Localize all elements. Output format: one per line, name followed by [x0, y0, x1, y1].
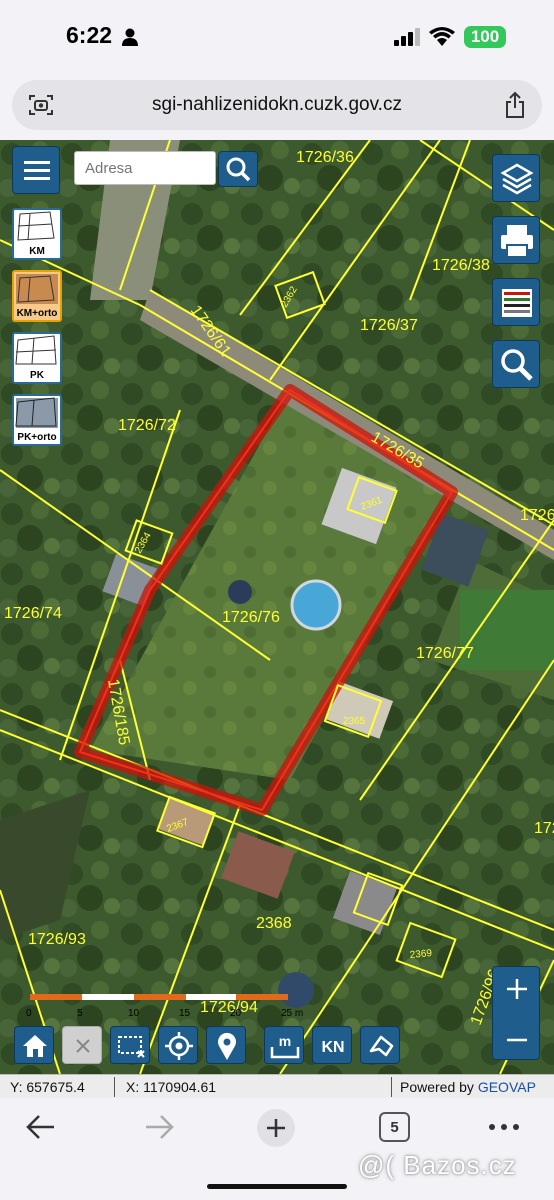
battery-indicator: 100	[464, 26, 506, 48]
zoom-in-icon[interactable]	[493, 967, 541, 1013]
zoom-out-icon[interactable]	[493, 1018, 541, 1064]
legend-icon	[502, 289, 532, 317]
parcel-label: 1726/72	[118, 417, 176, 434]
menu-button[interactable]	[12, 146, 60, 194]
parcel-label: 1726/93	[28, 931, 86, 948]
scale-label: 15	[179, 1008, 191, 1019]
home-view-button[interactable]	[14, 1026, 54, 1064]
cadastral-map-icon	[17, 211, 55, 241]
kn-icon: KN	[321, 1039, 344, 1056]
orthophoto-map[interactable]: 1726/361726/381726/61 1726/371726/721726/…	[0, 140, 554, 1074]
land-register-ortho-icon	[15, 397, 58, 428]
home-icon	[23, 1035, 47, 1057]
back-icon[interactable]	[24, 1112, 58, 1142]
new-tab-icon[interactable]	[256, 1108, 296, 1148]
magnifier-icon	[226, 157, 251, 182]
locate-button[interactable]	[158, 1026, 198, 1064]
ruler-icon: m	[270, 1033, 300, 1059]
parcel-label: 2368	[256, 915, 292, 932]
polygon-icon	[369, 1035, 394, 1057]
parcel-label: 1726/74	[4, 605, 62, 622]
person-icon	[122, 28, 138, 46]
scale-label: 0	[26, 1008, 32, 1019]
svg-text:m: m	[279, 1033, 291, 1049]
selection-icon	[118, 1036, 145, 1058]
layer-pk-button[interactable]: PK	[12, 332, 62, 384]
place-marker-button[interactable]	[206, 1026, 246, 1064]
parcel-label: 1726/76	[222, 609, 280, 626]
building-number: 2369	[409, 948, 433, 961]
layer-km-orto-label: KM+orto	[16, 308, 58, 319]
powered-by: Powered by GEOVAP	[400, 1079, 536, 1095]
map-pin-icon	[218, 1032, 236, 1060]
parcel-label: 1726/36	[296, 149, 354, 166]
more-icon[interactable]	[488, 1122, 520, 1132]
select-area-button[interactable]	[110, 1026, 150, 1064]
status-time: 6:22	[66, 22, 113, 48]
forward-icon[interactable]	[142, 1112, 176, 1142]
building-number: 2365	[343, 716, 366, 727]
wifi-icon	[429, 27, 455, 46]
zoom-search-icon	[501, 349, 533, 381]
scale-label: 5	[77, 1008, 83, 1019]
legend-button[interactable]	[492, 278, 540, 326]
url-text: sgi-nahlizenidokn.cuzk.gov.cz	[152, 94, 402, 115]
land-register-icon	[15, 335, 57, 365]
clear-button[interactable]	[62, 1026, 102, 1064]
parcel-label: 1726/12	[520, 507, 554, 524]
parcel-label: 1726/38	[432, 257, 490, 274]
hamburger-icon	[24, 161, 50, 180]
parcel-label: 1726/1	[534, 820, 554, 837]
print-button[interactable]	[492, 216, 540, 264]
measure-button[interactable]: m	[264, 1026, 304, 1064]
printer-icon	[501, 225, 533, 258]
geovap-link[interactable]: GEOVAP	[478, 1079, 536, 1095]
crosshair-icon	[165, 1032, 193, 1060]
address-bar[interactable]: sgi-nahlizenidokn.cuzk.gov.cz	[12, 80, 542, 130]
status-bar: 6:22 100	[0, 0, 554, 72]
layers-button[interactable]	[492, 154, 540, 202]
layer-km-button[interactable]: KM	[12, 208, 62, 260]
address-search-button[interactable]	[218, 151, 258, 187]
cadastral-map[interactable]: 1726/36 1726/38 1726/61 1726/37 1726/72 1726/…	[0, 140, 554, 1074]
parcel-label: 1726/37	[360, 317, 418, 334]
scale-label: 25 m	[281, 1008, 303, 1019]
parcel-label: 1726/94	[200, 999, 258, 1016]
coordinates-bar: Y: 657675.4 X: 1170904.61 Powered by GEO…	[0, 1074, 554, 1098]
parcel-label: 1726/77	[416, 645, 474, 662]
signal-icon	[394, 28, 420, 46]
x-coordinate: X: 1170904.61	[126, 1079, 217, 1095]
home-indicator	[207, 1184, 347, 1189]
zoom-control	[492, 966, 540, 1060]
layer-pk-label: PK	[30, 370, 44, 381]
layer-km-label: KM	[29, 246, 45, 257]
scale-label: 10	[128, 1008, 140, 1019]
scale-label: 20	[230, 1008, 242, 1019]
address-search-input[interactable]	[74, 151, 216, 185]
draw-polygon-button[interactable]	[360, 1026, 400, 1064]
share-icon[interactable]	[504, 91, 526, 119]
info-search-button[interactable]	[492, 340, 540, 388]
close-icon	[76, 1039, 90, 1053]
layer-pk-orto-button[interactable]: PK+orto	[12, 394, 62, 446]
browser-toolbar: 5 @( Bazos.cz	[0, 1098, 554, 1200]
watermark: @( Bazos.cz	[358, 1150, 517, 1180]
cadastral-ortho-icon	[16, 274, 58, 304]
layers-icon	[500, 163, 534, 195]
tabs-button[interactable]: 5	[379, 1112, 410, 1142]
svg-text:KN: KN	[321, 1039, 344, 1056]
layer-pk-orto-label: PK+orto	[17, 432, 57, 443]
cadastre-info-button[interactable]: KN	[312, 1026, 352, 1064]
layer-km-orto-button[interactable]: KM+orto	[12, 270, 62, 322]
y-coordinate: Y: 657675.4	[10, 1079, 85, 1095]
scale-bar	[30, 994, 288, 1000]
